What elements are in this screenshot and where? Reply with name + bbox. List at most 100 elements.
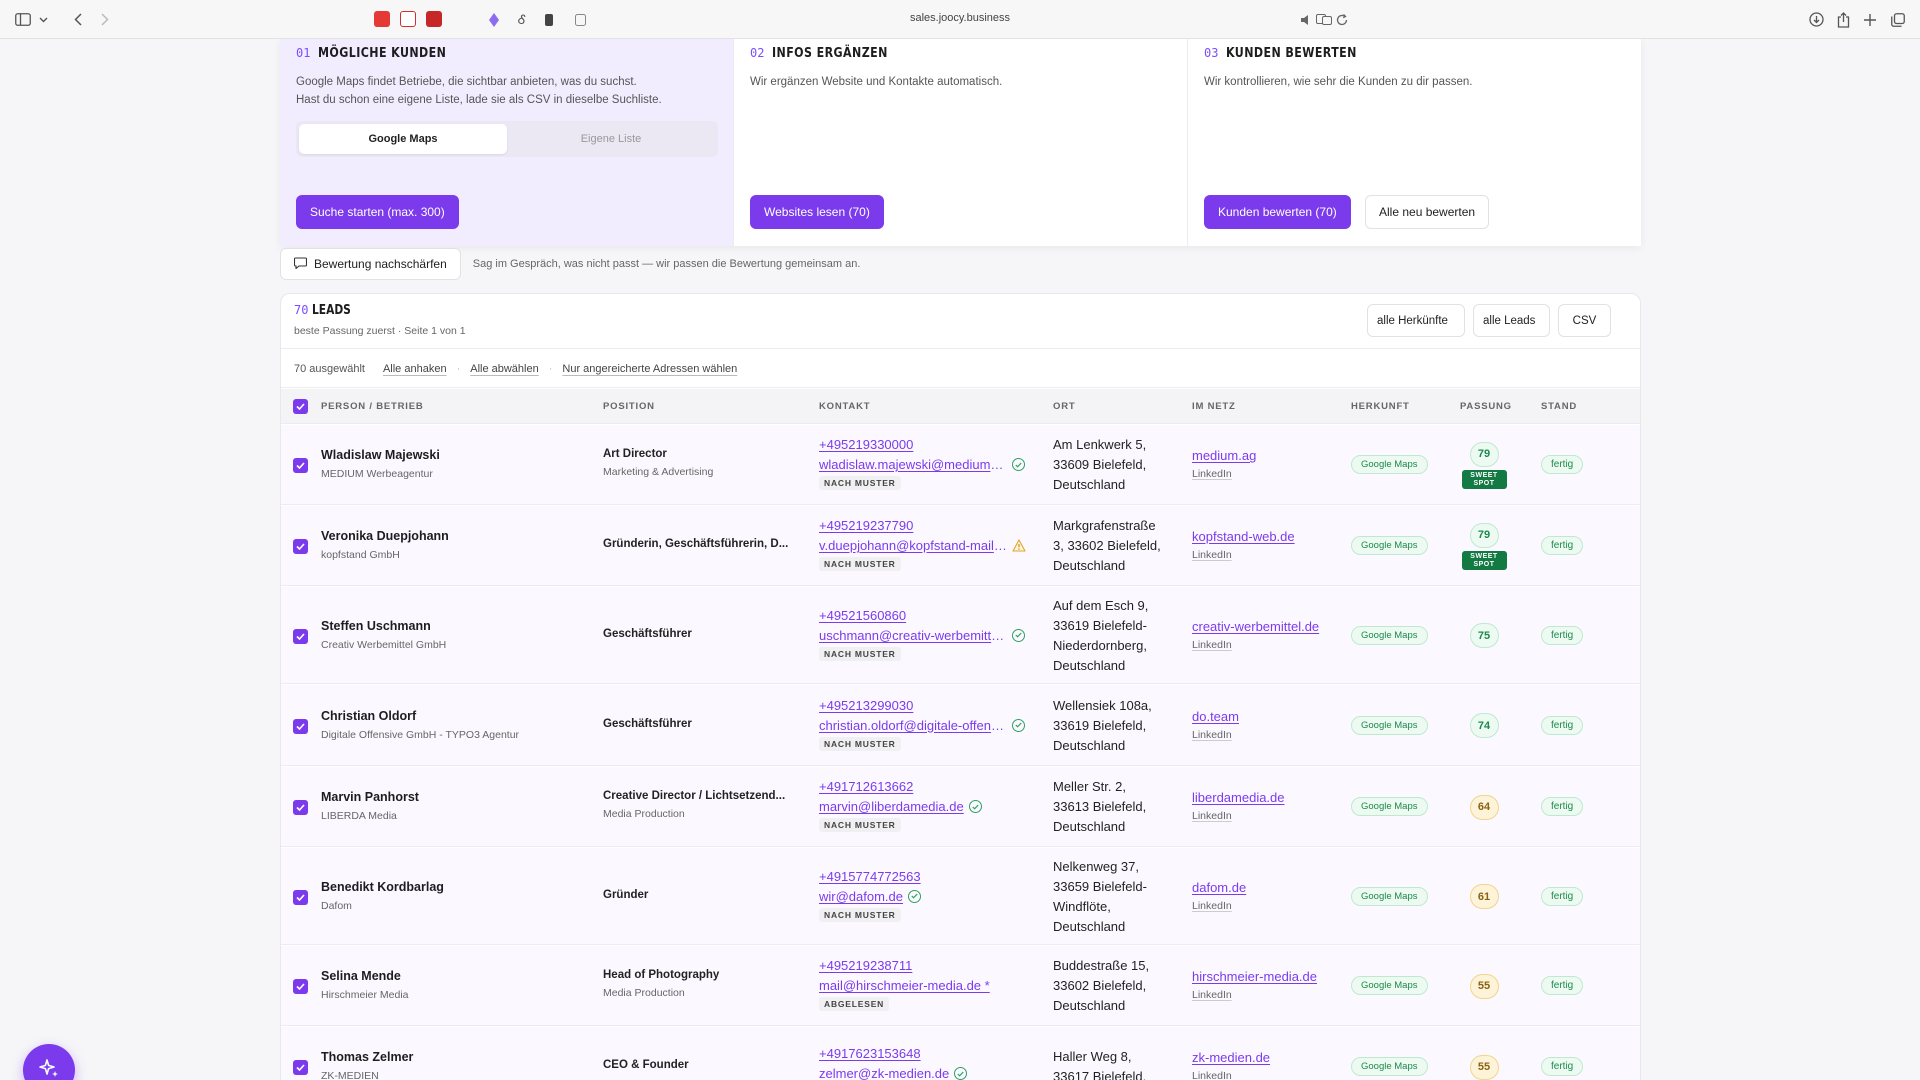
linkedin-link[interactable]: LinkedIn <box>1192 468 1342 480</box>
website-link[interactable]: zk-medien.de <box>1192 1050 1342 1065</box>
phone-link[interactable]: +495219237790 <box>819 518 1039 533</box>
extension-icon[interactable] <box>374 11 390 27</box>
table-row[interactable]: Thomas Zelmer ZK-MEDIEN CEO & Founder +4917… <box>281 1027 1640 1080</box>
linkedin-link[interactable]: LinkedIn <box>1192 810 1342 822</box>
chevron-down-icon[interactable] <box>38 11 48 28</box>
table-row[interactable]: Steffen Uschmann Creativ Werbemittel GmbH… <box>281 587 1640 684</box>
person-name[interactable]: Veronika Duepjohann <box>321 529 591 543</box>
chevron-right-icon[interactable] <box>98 11 112 28</box>
person-name[interactable]: Christian Oldorf <box>321 709 591 723</box>
deselect-all-link[interactable]: Alle abwählen <box>470 363 539 375</box>
row-checkbox[interactable] <box>293 1060 308 1075</box>
speaker-icon[interactable] <box>1300 11 1312 28</box>
plus-icon[interactable] <box>1863 11 1877 28</box>
csv-button[interactable]: CSV <box>1558 304 1611 337</box>
website-link[interactable]: hirschmeier-media.de <box>1192 969 1342 984</box>
website-link[interactable]: liberdamedia.de <box>1192 790 1342 805</box>
reload-icon[interactable] <box>1336 11 1348 28</box>
tab-google-maps[interactable]: Google Maps <box>299 124 507 154</box>
website-link[interactable]: dafom.de <box>1192 880 1342 895</box>
table-row[interactable]: Christian Oldorf Digitale Offensive GmbH … <box>281 685 1640 766</box>
email-link[interactable]: mail@hirschmeier-media.de * <box>819 978 990 993</box>
column-header-fit[interactable]: PASSUNG <box>1460 401 1512 412</box>
email-link[interactable]: v.duepjohann@kopfstand-mail.de <box>819 538 1007 553</box>
phone-link[interactable]: +4915774772563 <box>819 869 1039 884</box>
extension-icon[interactable] <box>426 11 442 27</box>
tabs-icon[interactable] <box>1890 11 1906 28</box>
table-row[interactable]: Veronika Duepjohann kopfstand GmbH Gründer… <box>281 506 1640 586</box>
email-link[interactable]: marvin@liberdamedia.de <box>819 799 964 814</box>
tab-own-list[interactable]: Eigene Liste <box>507 124 715 154</box>
column-header-contact[interactable]: KONTAKT <box>819 401 870 412</box>
lead-filter[interactable]: alle Leads <box>1473 304 1550 337</box>
table-row[interactable]: Marvin Panhorst LIBERDA Media Creative Dir… <box>281 767 1640 847</box>
person-name[interactable]: Wladislaw Majewski <box>321 448 591 462</box>
email-link[interactable]: zelmer@zk-medien.de <box>819 1066 949 1080</box>
reader-icon[interactable] <box>400 11 416 27</box>
person-name[interactable]: Steffen Uschmann <box>321 619 591 633</box>
table-row[interactable]: Selina Mende Hirschmeier Media Head of Pho… <box>281 946 1640 1026</box>
extension-icon[interactable] <box>543 11 555 28</box>
linkedin-link[interactable]: LinkedIn <box>1192 549 1342 561</box>
refine-rating-button[interactable]: Bewertung nachschärfen <box>280 248 461 280</box>
start-search-button[interactable]: Suche starten (max. 300) <box>296 195 459 229</box>
email-link[interactable]: christian.oldorf@digitale-offensive.de <box>819 718 1007 733</box>
row-checkbox[interactable] <box>293 458 308 473</box>
row-checkbox[interactable] <box>293 889 308 905</box>
table-row[interactable]: Benedikt Kordbarlag Dafom Gründer +49157747… <box>281 848 1640 945</box>
row-checkbox[interactable] <box>293 718 308 734</box>
email-link[interactable]: uschmann@creativ-werbemittel.de <box>819 628 1007 643</box>
extension-icon[interactable]: Ꮄ <box>516 11 528 28</box>
select-all-checkbox[interactable] <box>293 399 308 414</box>
enriched-only-link[interactable]: Nur angereicherte Adressen wählen <box>562 363 737 375</box>
assistant-button[interactable] <box>23 1044 75 1080</box>
phone-link[interactable]: +4917623153648 <box>819 1046 1039 1061</box>
row-checkbox[interactable] <box>293 539 308 554</box>
website-link[interactable]: medium.ag <box>1192 448 1342 463</box>
web-cell: zk-medien.de LinkedIn <box>1192 1050 1342 1080</box>
extension-icon[interactable] <box>574 11 586 28</box>
rate-customers-button[interactable]: Kunden bewerten (70) <box>1204 195 1351 229</box>
source-filter[interactable]: alle Herkünfte <box>1367 304 1465 337</box>
linkedin-link[interactable]: LinkedIn <box>1192 989 1342 1001</box>
column-header-location[interactable]: ORT <box>1053 401 1075 412</box>
share-icon[interactable] <box>1836 11 1850 28</box>
website-link[interactable]: do.team <box>1192 709 1342 724</box>
column-header-web[interactable]: IM NETZ <box>1192 401 1236 412</box>
sidebar-icon[interactable] <box>14 11 32 28</box>
phone-link[interactable]: +495219330000 <box>819 437 1039 452</box>
row-checkbox[interactable] <box>293 979 308 994</box>
column-header-source[interactable]: HERKUNFT <box>1351 401 1410 412</box>
row-checkbox[interactable] <box>293 628 308 644</box>
phone-link[interactable]: +49521560860 <box>819 608 1039 623</box>
translate-icon[interactable] <box>1316 11 1332 28</box>
linkedin-link[interactable]: LinkedIn <box>1192 729 1342 741</box>
address-line: Deutschland <box>1053 819 1126 834</box>
linkedin-link[interactable]: LinkedIn <box>1192 639 1342 651</box>
website-link[interactable]: creativ-werbemittel.de <box>1192 619 1342 634</box>
person-name[interactable]: Marvin Panhorst <box>321 790 591 804</box>
phone-link[interactable]: +491712613662 <box>819 779 1039 794</box>
address-bar[interactable]: sales.joocy.business <box>910 12 1010 24</box>
email-link[interactable]: wir@dafom.de <box>819 889 903 904</box>
person-name[interactable]: Thomas Zelmer <box>321 1050 591 1064</box>
column-header-status[interactable]: STAND <box>1541 401 1577 412</box>
extension-icon[interactable] <box>487 11 501 28</box>
linkedin-link[interactable]: LinkedIn <box>1192 900 1342 912</box>
phone-link[interactable]: +495219238711 <box>819 958 1039 973</box>
read-websites-button[interactable]: Websites lesen (70) <box>750 195 884 229</box>
email-link[interactable]: wladislaw.majewski@medium.ag <box>819 457 1007 472</box>
table-row[interactable]: Wladislaw Majewski MEDIUM Werbeagentur Art… <box>281 425 1640 505</box>
rerate-all-button[interactable]: Alle neu bewerten <box>1365 195 1490 229</box>
select-all-link[interactable]: Alle anhaken <box>383 363 447 375</box>
website-link[interactable]: kopfstand-web.de <box>1192 529 1342 544</box>
chevron-left-icon[interactable] <box>71 11 85 28</box>
download-icon[interactable] <box>1808 11 1824 28</box>
column-header-position[interactable]: POSITION <box>603 401 655 412</box>
phone-link[interactable]: +495213299030 <box>819 698 1039 713</box>
linkedin-link[interactable]: LinkedIn <box>1192 1070 1342 1080</box>
column-header-person[interactable]: PERSON / BETRIEB <box>321 401 424 412</box>
person-name[interactable]: Benedikt Kordbarlag <box>321 880 591 894</box>
person-name[interactable]: Selina Mende <box>321 969 591 983</box>
row-checkbox[interactable] <box>293 800 308 815</box>
